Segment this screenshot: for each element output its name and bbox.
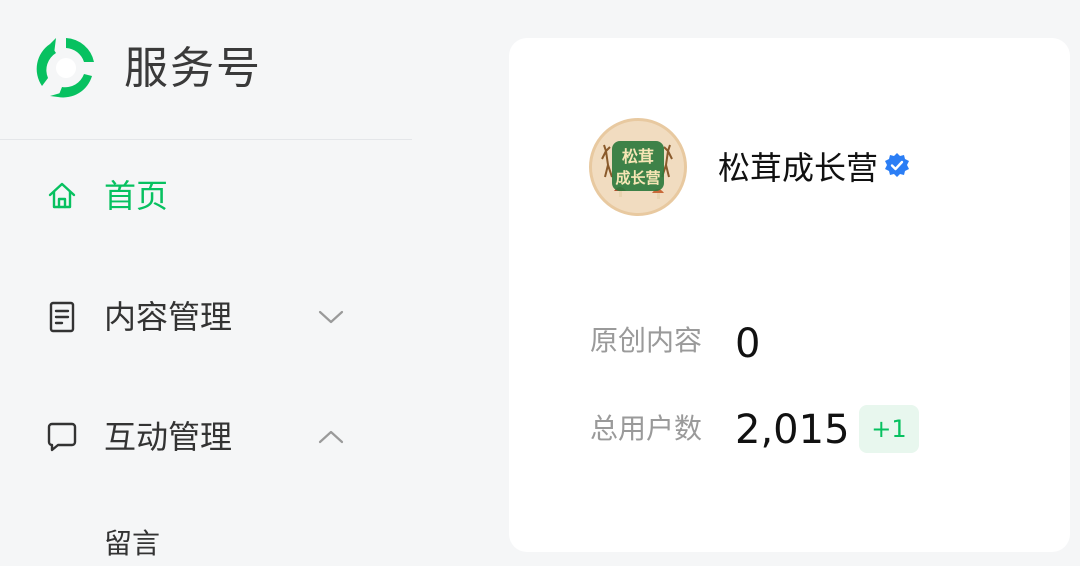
stat-label-total-users: 总用户数 bbox=[590, 412, 703, 445]
user-growth-badge: +1 bbox=[859, 405, 919, 453]
document-icon bbox=[44, 299, 80, 335]
home-icon bbox=[44, 178, 80, 214]
chevron-down-icon[interactable] bbox=[314, 300, 348, 334]
nav-item-content-management-label: 内容管理 bbox=[104, 298, 233, 336]
verified-badge-icon bbox=[885, 153, 909, 177]
nav-item-interaction-management[interactable]: 互动管理 bbox=[0, 397, 412, 477]
stat-label-original-content: 原创内容 bbox=[590, 324, 703, 357]
sidebar: 服务号 首页 内容管理 互动管理 留言 bbox=[0, 0, 412, 566]
stat-value-total-users: 2,015 bbox=[735, 407, 850, 453]
nav-item-home[interactable]: 首页 bbox=[0, 156, 412, 236]
nav-item-interaction-management-label: 互动管理 bbox=[104, 418, 233, 456]
stat-value-original-content: 0 bbox=[735, 321, 761, 367]
nav-item-content-management[interactable]: 内容管理 bbox=[0, 277, 412, 357]
account-avatar[interactable]: 松茸 成长营 bbox=[589, 118, 687, 216]
avatar-illustration: 松茸 成长营 bbox=[592, 121, 684, 213]
account-overview-card: 松茸 成长营 松茸成长营 原创内容 0 总用户数 2,015 +1 bbox=[509, 38, 1070, 552]
nav-item-home-label: 首页 bbox=[104, 177, 169, 215]
brand-header: 服务号 bbox=[0, 0, 412, 140]
comment-icon bbox=[44, 419, 80, 455]
brand-title: 服务号 bbox=[124, 43, 262, 94]
service-account-logo-icon[interactable] bbox=[32, 34, 100, 102]
svg-text:成长营: 成长营 bbox=[615, 169, 660, 187]
account-name: 松茸成长营 bbox=[718, 149, 879, 187]
chevron-up-icon[interactable] bbox=[314, 420, 348, 454]
svg-text:松茸: 松茸 bbox=[622, 147, 654, 166]
nav-subitem-messages[interactable]: 留言 bbox=[104, 524, 160, 564]
